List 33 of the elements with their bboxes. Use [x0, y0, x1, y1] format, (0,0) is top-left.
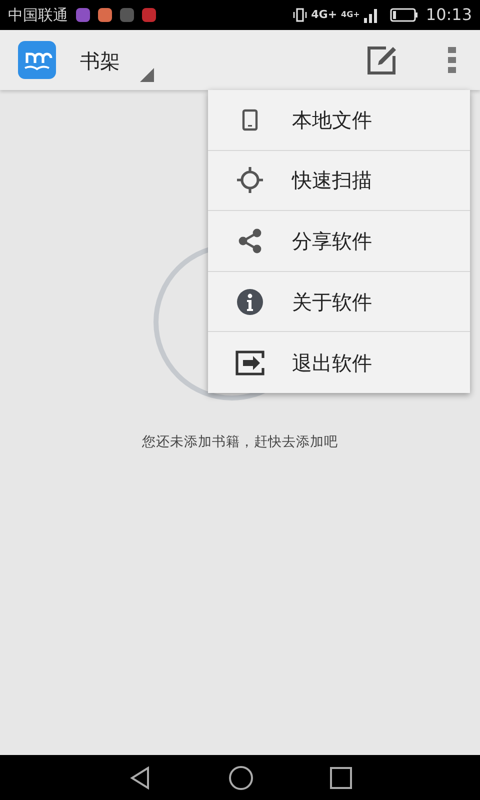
phone-icon [242, 108, 258, 131]
battery-icon [390, 8, 418, 22]
crosshair-icon [236, 166, 264, 194]
home-button[interactable] [228, 764, 254, 790]
dropdown-corner-icon [140, 68, 154, 82]
recents-button[interactable] [330, 766, 352, 788]
app-notification-icon [98, 8, 112, 22]
empty-message: 您还未添加书籍，赶快去添加吧 [142, 433, 338, 452]
carrier-name: 中国联通 [8, 4, 68, 26]
clock: 10:13 [426, 4, 472, 26]
recents-icon [330, 766, 352, 788]
menu-item[interactable]: 关于软件 [208, 272, 470, 332]
menu-item[interactable]: 退出软件 [208, 332, 470, 393]
exit-icon [235, 350, 265, 376]
menu-item[interactable]: 快速扫描 [208, 150, 470, 212]
vibrate-icon [293, 7, 308, 23]
network-type: 4G+ [341, 9, 360, 21]
back-button[interactable] [128, 766, 152, 790]
menu-item[interactable]: 本地文件 [208, 90, 470, 151]
home-icon [228, 764, 254, 790]
shelf-dropdown[interactable]: 书架 [80, 38, 154, 82]
app-notification-icon [120, 8, 134, 22]
app-logo-icon [18, 41, 56, 79]
network-type: 4G+ [311, 6, 338, 23]
more-icon [448, 47, 456, 73]
menu-item[interactable]: 分享软件 [208, 211, 470, 272]
edit-icon [366, 44, 398, 76]
signal-icon [364, 7, 378, 23]
app-notification-icon [76, 8, 90, 22]
share-icon [236, 226, 264, 255]
back-icon [128, 766, 152, 790]
app-notification-icon [142, 8, 156, 22]
info-icon [236, 288, 264, 316]
